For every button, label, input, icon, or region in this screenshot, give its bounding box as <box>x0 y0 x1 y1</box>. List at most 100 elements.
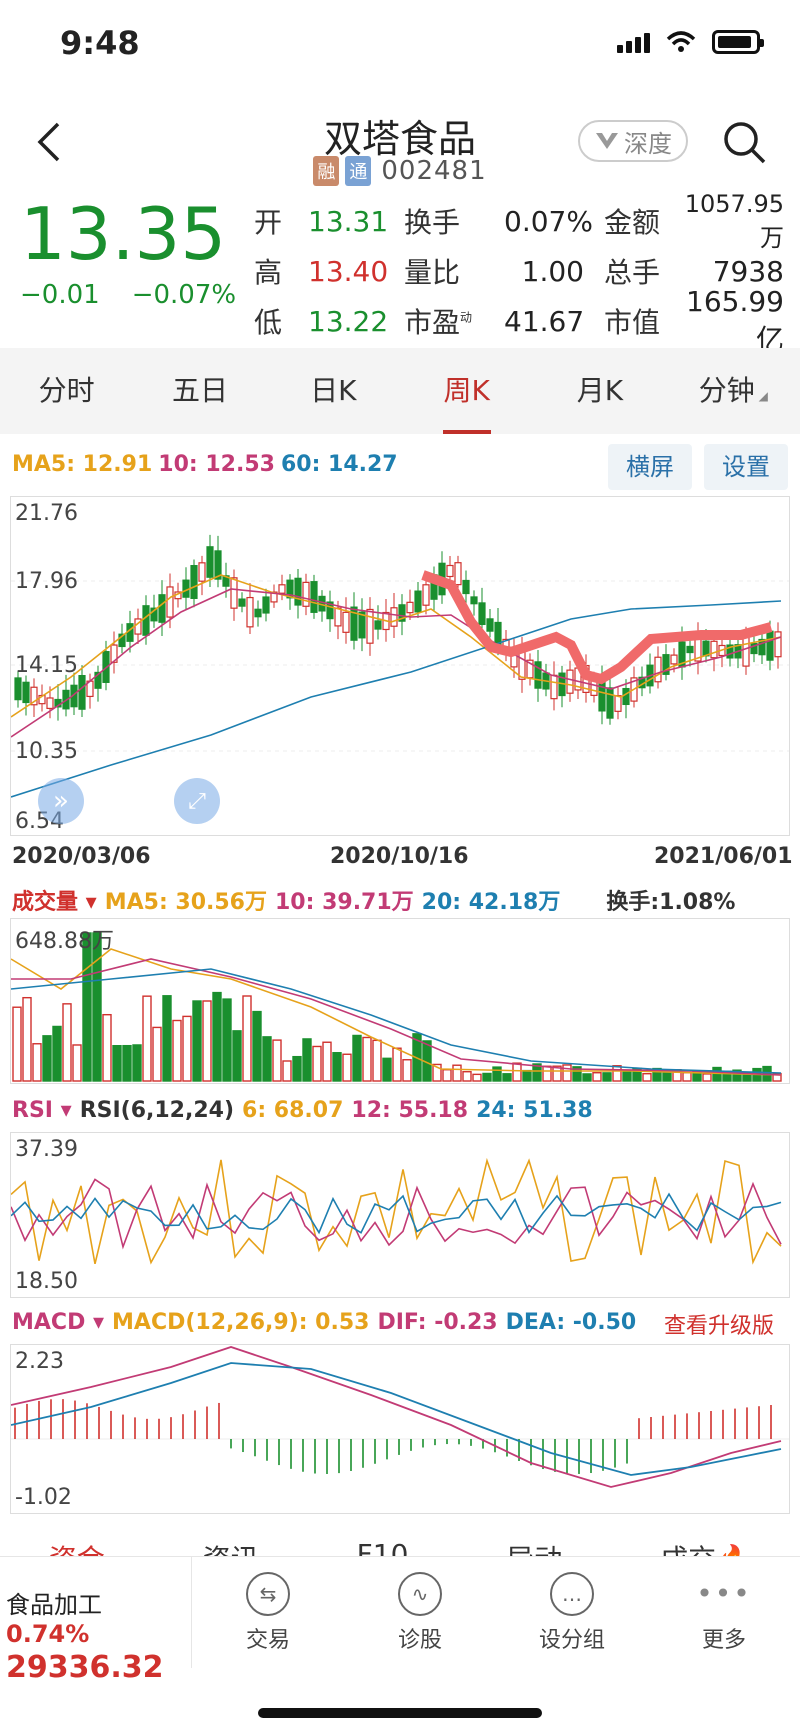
tab-monthly-k[interactable]: 月K <box>533 348 666 434</box>
battery-icon <box>712 30 764 54</box>
sector-pct: 0.74% <box>6 1620 90 1648</box>
hands-label: 总手 <box>604 256 661 289</box>
stock-code: 002481 <box>381 156 487 186</box>
depth-label: 深度 <box>624 129 672 158</box>
macd-chart <box>10 1346 789 1488</box>
search-icon[interactable] <box>720 118 768 166</box>
connect-tag: 通 <box>345 156 372 186</box>
last-price: 13.35 <box>20 192 227 276</box>
tab-five-day[interactable]: 五日 <box>133 348 266 434</box>
rsi-6: 6: 68.07 <box>242 1098 344 1123</box>
group-icon: … <box>550 1571 594 1616</box>
macd-params: MACD(12,26,9): 0.53 <box>112 1310 370 1335</box>
open-label: 开 <box>254 206 283 239</box>
volume-panel[interactable]: 648.88万 <box>10 918 790 1084</box>
depth-logo-icon <box>596 133 618 149</box>
tab-weekly-k[interactable]: 周K <box>400 348 533 434</box>
volume-legend: 成交量 ▾ MA5: 30.56万 10: 39.71万 20: 42.18万 … <box>12 884 735 916</box>
date-start: 2020/03/06 <box>12 844 151 869</box>
trade-icon: ⇆ <box>246 1571 290 1616</box>
amount-value: 1057.95万 <box>684 189 784 252</box>
turnover-label: 换手 <box>404 206 461 239</box>
mktcap-label: 市值 <box>604 306 661 339</box>
tab-daily-k[interactable]: 日K <box>267 348 400 434</box>
macd-bottom: -1.02 <box>15 1485 72 1510</box>
vol-ma10: 10: 39.71万 <box>275 890 414 915</box>
high-value: 13.40 <box>308 254 389 288</box>
date-end: 2021/06/01 <box>654 844 793 869</box>
bottom-tabs: 资金 资讯 F10 异动 成交🔥 <box>0 1520 800 1560</box>
home-indicator <box>258 1708 542 1718</box>
kline-y-3: 14.15 <box>15 653 78 678</box>
vol-turnover: 换手:1.08% <box>606 890 736 915</box>
volume-max: 648.88万 <box>15 929 114 954</box>
quote-grid: 开 13.31 换手 0.07% 金额 1057.95万 高 13.40 量比 … <box>254 190 784 356</box>
kline-chart <box>10 534 789 798</box>
macd-label[interactable]: MACD ▾ <box>12 1310 104 1335</box>
bottom-toolbar: 食品加工 0.74% 29336.32 ⇆ 交易 ∿ 诊股 … 设分组 ••• … <box>0 1556 800 1685</box>
tab-news[interactable]: 资讯 <box>203 1520 259 1560</box>
status-time: 9:48 <box>60 24 140 62</box>
group-button[interactable]: … 设分组 <box>496 1557 648 1668</box>
volume-label[interactable]: 成交量 ▾ <box>12 884 97 916</box>
volratio-value: 1.00 <box>521 254 584 288</box>
rsi-label[interactable]: RSI ▾ <box>12 1098 72 1123</box>
rsi-panel[interactable]: 37.39 18.50 <box>10 1132 790 1298</box>
vol-ma5: MA5: 30.56万 <box>104 890 267 915</box>
pe-value: 41.67 <box>504 304 585 338</box>
kline-y-max: 21.76 <box>15 501 78 526</box>
fullscreen-icon[interactable]: ⤢ <box>174 778 220 824</box>
volratio-label: 量比 <box>404 256 461 289</box>
hands-value: 7938 <box>712 254 784 288</box>
macd-top: 2.23 <box>15 1349 64 1374</box>
ma-legend: MA5: 12.91 10: 12.53 60: 14.27 <box>12 452 398 477</box>
tab-fund[interactable]: 资金 <box>49 1520 105 1560</box>
more-button[interactable]: ••• 更多 <box>648 1557 800 1668</box>
kline-y-2: 17.96 <box>15 569 78 594</box>
macd-panel[interactable]: 2.23 -1.02 <box>10 1344 790 1514</box>
rsi-legend: RSI ▾ RSI(6,12,24) 6: 68.07 12: 55.18 24… <box>12 1098 593 1123</box>
diagnose-icon: ∿ <box>398 1571 442 1616</box>
ma10-value: 10: 12.53 <box>158 452 275 477</box>
depth-button[interactable]: 深度 <box>578 120 688 162</box>
sector-info[interactable]: 食品加工 0.74% 29336.32 <box>0 1557 192 1685</box>
open-value: 13.31 <box>308 204 389 238</box>
diagnose-button[interactable]: ∿ 诊股 <box>344 1557 496 1668</box>
ma5-value: MA5: 12.91 <box>12 452 153 477</box>
trade-button[interactable]: ⇆ 交易 <box>192 1557 344 1668</box>
price-change: −0.01 −0.07% <box>20 280 236 310</box>
settings-button[interactable]: 设置 <box>704 444 788 490</box>
tab-intraday[interactable]: 分时 <box>0 348 133 434</box>
sector-name: 食品加工 <box>6 1591 102 1619</box>
volume-chart <box>10 932 782 1082</box>
turnover-value: 0.07% <box>504 204 593 238</box>
margin-tag: 融 <box>313 156 340 186</box>
tab-f10[interactable]: F10 <box>357 1520 409 1560</box>
low-label: 低 <box>254 306 283 339</box>
ma60-value: 60: 14.27 <box>280 452 398 477</box>
rsi-chart <box>10 1157 782 1265</box>
upgrade-link[interactable]: 查看升级版 <box>664 1308 774 1340</box>
tab-movement[interactable]: 异动 <box>506 1520 562 1560</box>
pe-label: 市盈动 <box>404 306 473 339</box>
low-value: 13.22 <box>308 304 389 338</box>
high-label: 高 <box>254 256 283 289</box>
change-percent: −0.07% <box>131 280 237 310</box>
period-tabs: 分时 五日 日K 周K 月K 分钟 ◢ <box>0 348 800 434</box>
rsi-12: 12: 55.18 <box>351 1098 469 1123</box>
tab-minute[interactable]: 分钟 ◢ <box>667 348 800 434</box>
amount-label: 金额 <box>604 206 661 239</box>
expand-left-icon[interactable]: » <box>38 778 84 824</box>
kline-panel[interactable]: 21.76 17.96 14.15 10.35 6.54 <box>10 496 790 836</box>
date-mid: 2020/10/16 <box>330 844 469 869</box>
vol-ma20: 20: 42.18万 <box>421 890 561 915</box>
rsi-bottom: 18.50 <box>15 1269 78 1294</box>
rsi-params: RSI(6,12,24) <box>79 1098 235 1123</box>
sector-value: 29336.32 <box>6 1650 164 1685</box>
mktcap-value: 165.99亿 <box>686 284 784 356</box>
tab-deals[interactable]: 成交🔥 <box>660 1520 751 1560</box>
landscape-button[interactable]: 横屏 <box>608 444 692 490</box>
macd-dea: DEA: -0.50 <box>505 1310 637 1335</box>
macd-legend: MACD ▾ MACD(12,26,9): 0.53 DIF: -0.23 DE… <box>12 1310 636 1335</box>
code-row: 融 通 002481 <box>0 156 800 186</box>
